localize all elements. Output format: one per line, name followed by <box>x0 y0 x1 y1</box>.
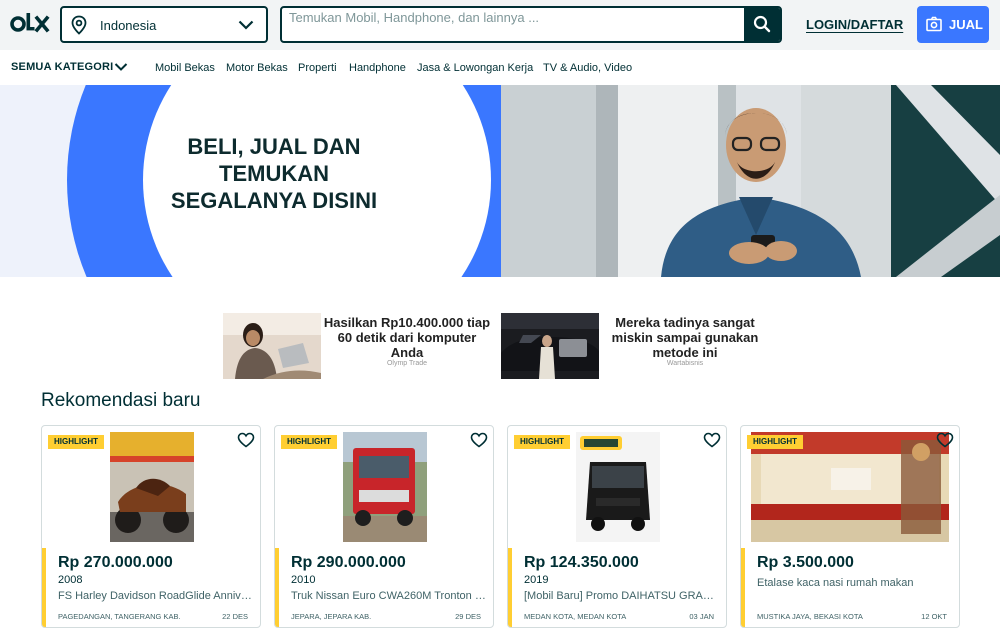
listing-price: Rp 124.350.000 <box>524 554 639 571</box>
highlight-strip <box>508 548 512 627</box>
heart-icon[interactable] <box>470 432 488 448</box>
listing-price: Rp 270.000.000 <box>58 554 173 571</box>
listing-photo-van <box>576 432 660 542</box>
highlight-strip <box>42 548 46 627</box>
listing-year: 2019 <box>524 574 549 586</box>
ad-image-luxury-car[interactable] <box>501 313 599 379</box>
login-register-link[interactable]: LOGIN/DAFTAR <box>806 17 903 32</box>
listing-year: 2010 <box>291 574 316 586</box>
highlight-badge: HIGHLIGHT <box>48 435 104 449</box>
listing-location: PAGEDANGAN, TANGERANG KAB. <box>58 612 181 621</box>
hero-line-1: BELI, JUAL DAN <box>187 134 361 159</box>
listing-date: 22 DES <box>222 612 248 621</box>
highlight-badge: HIGHLIGHT <box>514 435 570 449</box>
listing-title[interactable]: [Mobil Baru] Promo DAIHATSU GRAN MAX <box>524 590 720 602</box>
section-title: Rekomendasi baru <box>41 390 201 411</box>
ad-source: Wartabisnis <box>666 360 704 367</box>
ad-title[interactable]: Hasilkan Rp10.400.000 tiap 60 detik dari… <box>322 315 492 360</box>
highlight-strip <box>741 548 745 627</box>
hero-banner[interactable]: BELI, JUAL DAN TEMUKAN SEGALANYA DISINI <box>0 85 1000 277</box>
ad-title[interactable]: Mereka tadinya sangat miskin sampai guna… <box>600 315 770 360</box>
category-link-handphone[interactable]: Handphone <box>349 62 406 74</box>
heart-icon[interactable] <box>703 432 721 448</box>
hero-headline: BELI, JUAL DAN TEMUKAN SEGALANYA DISINI <box>148 133 400 214</box>
listing-location: MUSTIKA JAYA, BEKASI KOTA <box>757 612 863 621</box>
heart-icon[interactable] <box>936 432 954 448</box>
olx-logo[interactable] <box>10 10 50 38</box>
category-link-mobil-bekas[interactable]: Mobil Bekas <box>155 62 215 74</box>
top-bar: Indonesia Temukan Mobil, Handphone, dan … <box>0 0 1000 50</box>
search-box[interactable]: Temukan Mobil, Handphone, dan lainnya ..… <box>280 6 782 43</box>
listing-location: MEDAN KOTA, MEDAN KOTA <box>524 612 627 621</box>
search-button[interactable] <box>744 8 780 41</box>
listing-title[interactable]: Truk Nissan Euro CWA260M Tronton 2010 <box>291 590 487 602</box>
hero-photo <box>501 85 1000 277</box>
ad-source: Olymp Trade <box>386 360 428 367</box>
highlight-strip <box>275 548 279 627</box>
listing-card[interactable]: HIGHLIGHT Rp 124.350.000 2019 [Mobil Bar… <box>507 425 727 628</box>
heart-icon[interactable] <box>237 432 255 448</box>
location-selector[interactable]: Indonesia <box>60 6 268 43</box>
listing-price: Rp 290.000.000 <box>291 554 406 571</box>
listing-card[interactable]: HIGHLIGHT Rp 290.000.000 2010 Truk Nissa… <box>274 425 494 628</box>
chevron-down-icon <box>238 20 254 30</box>
listing-card[interactable]: HIGHLIGHT Rp 270.000.000 2008 FS Harley … <box>41 425 261 628</box>
highlight-badge: HIGHLIGHT <box>281 435 337 449</box>
category-link-tv-audio[interactable]: TV & Audio, Video <box>543 62 632 74</box>
highlight-badge: HIGHLIGHT <box>747 435 803 449</box>
search-input[interactable]: Temukan Mobil, Handphone, dan lainnya ..… <box>289 10 539 25</box>
location-value: Indonesia <box>100 18 157 33</box>
all-categories-toggle[interactable]: SEMUA KATEGORI <box>11 61 113 73</box>
ad-image-laptop-woman[interactable] <box>223 313 321 379</box>
listing-photo-motorcycle <box>110 432 194 542</box>
hero-line-2: TEMUKAN <box>219 161 329 186</box>
listing-photo-truck <box>343 432 427 542</box>
listing-date: 12 OKT <box>921 612 947 621</box>
listing-card[interactable]: HIGHLIGHT Rp 3.500.000 Etalase kaca nasi… <box>740 425 960 628</box>
listing-title[interactable]: Etalase kaca nasi rumah makan <box>757 577 953 589</box>
search-icon <box>753 15 771 33</box>
camera-icon <box>926 16 942 32</box>
listing-date: 03 JAN <box>689 612 714 621</box>
sell-button[interactable]: JUAL <box>917 6 989 43</box>
listing-year: 2008 <box>58 574 83 586</box>
category-bar: SEMUA KATEGORI Mobil Bekas Motor Bekas P… <box>0 50 1000 85</box>
category-link-motor-bekas[interactable]: Motor Bekas <box>226 62 288 74</box>
listing-location: JEPARA, JEPARA KAB. <box>291 612 372 621</box>
hero-line-3: SEGALANYA DISINI <box>170 188 378 213</box>
location-pin-icon <box>71 15 87 35</box>
listing-date: 29 DES <box>455 612 481 621</box>
listing-price: Rp 3.500.000 <box>757 554 854 571</box>
chevron-down-icon[interactable] <box>114 61 128 73</box>
listing-title[interactable]: FS Harley Davidson RoadGlide Anniversary <box>58 590 254 602</box>
sell-label: JUAL <box>949 17 983 32</box>
category-link-properti[interactable]: Properti <box>298 62 337 74</box>
category-link-jasa-lowongan[interactable]: Jasa & Lowongan Kerja <box>417 62 533 74</box>
hero-graphic: BELI, JUAL DAN TEMUKAN SEGALANYA DISINI <box>0 85 501 277</box>
